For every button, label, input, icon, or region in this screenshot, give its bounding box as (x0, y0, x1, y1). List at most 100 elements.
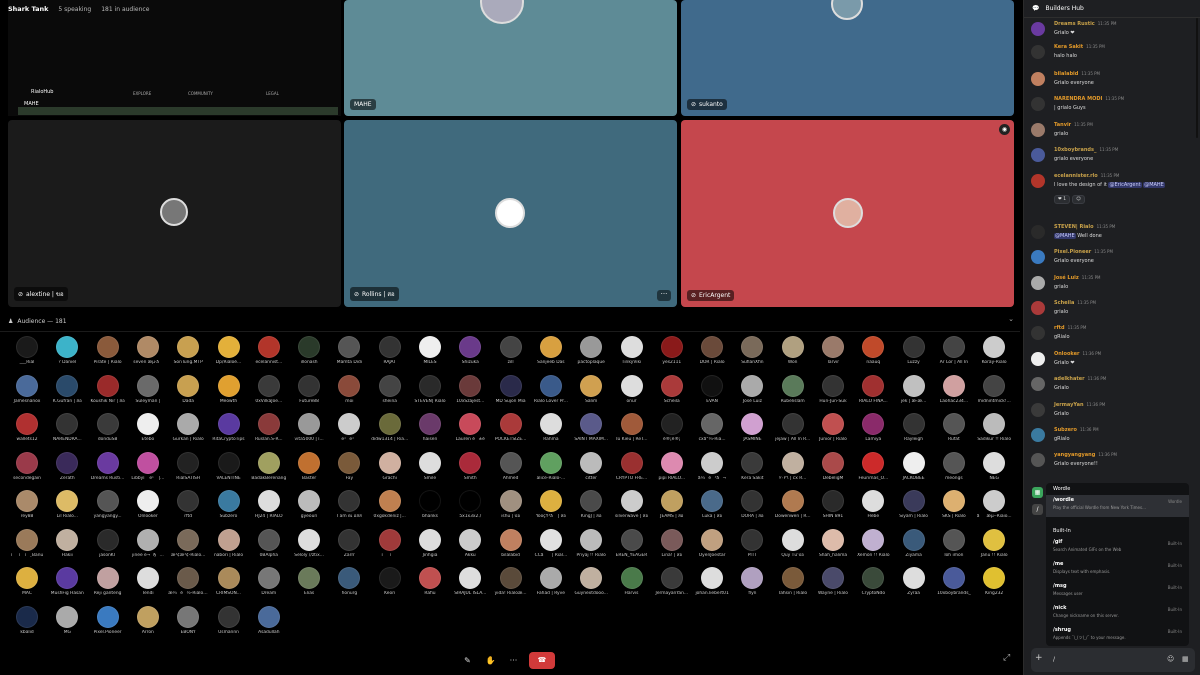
message-input[interactable]: / (1053, 656, 1055, 663)
audience-member[interactable]: Reji ganteng (88, 567, 128, 605)
audience-member[interactable]: Gürkan | Rialo (168, 413, 208, 451)
audience-member[interactable]: Rialo Lover Pr... (531, 374, 571, 413)
audience-member[interactable]: bhanks (410, 490, 450, 528)
avatar[interactable] (1031, 97, 1045, 111)
audience-member[interactable]: Luzzy (894, 336, 934, 374)
audience-member[interactable]: Rayleigh (894, 413, 934, 451)
audience-member[interactable]: NEG (974, 451, 1014, 490)
tile-rollins[interactable]: ⊘ Rollins | สอ ··· (344, 120, 677, 307)
audience-member[interactable]: MAC (7, 567, 47, 605)
audience-member[interactable]: johan.liebert01 (692, 567, 732, 605)
audience-member[interactable]: Mamta Didi (329, 336, 369, 374)
audience-member[interactable]: ___Rial (7, 336, 47, 374)
audience-member[interactable]: Siyam | Rialo (894, 490, 934, 528)
audience-member[interactable]: jasonKT (88, 528, 128, 567)
audience-member[interactable]: Koushik Nir | สอ (88, 374, 128, 413)
audience-member[interactable]: Koray-Rialo (974, 336, 1014, 374)
user-mention[interactable]: @MAHE (1054, 233, 1076, 239)
raise-hand-icon[interactable]: ✋ (483, 653, 498, 668)
audience-member[interactable]: onur (612, 374, 652, 413)
audience-member[interactable]: Dreams Rusti... (88, 451, 128, 490)
wordle-app-icon[interactable]: ▦ (1032, 487, 1043, 498)
audience-member[interactable]: æ¼è½-Rialo-... (168, 567, 208, 605)
audience-member[interactable]: EBONY (168, 605, 208, 644)
audience-member[interactable]: JermayanYan... (652, 567, 692, 605)
message-author[interactable]: Scheila 11:35 PM (1054, 300, 1096, 306)
audience-member[interactable]: cxå°¼-Ria... (692, 413, 732, 451)
audience-member[interactable]: POCKETSIZE... (491, 413, 531, 451)
audience-member[interactable]: SAINT MAXIM... (571, 413, 611, 451)
audience-member[interactable]: Future88 (289, 374, 329, 413)
avatar[interactable] (1031, 276, 1045, 290)
audience-member[interactable]: SHIN 891 (813, 490, 853, 528)
command-item[interactable]: /me Displays text with emphasis. Built-In (1046, 559, 1189, 581)
audience-member[interactable]: Jamesnanox (7, 374, 47, 413)
audience-member[interactable]: DebeligM (813, 451, 853, 490)
audience-member[interactable]: kbalid (7, 605, 47, 644)
audience-member[interactable]: moi (329, 374, 369, 413)
audience-member[interactable]: Tahsin | Rialo (773, 567, 813, 605)
audience-member[interactable]: nabori | Rialo (209, 528, 249, 567)
audience-member[interactable]: CryptoNdo (853, 567, 893, 605)
audience-member[interactable]: Pirate | Rialo (88, 336, 128, 374)
audience-member[interactable]: Dp/Rialoè... (209, 336, 249, 374)
audience-member[interactable]: Ziyama (894, 528, 934, 567)
audience-member[interactable]: OyenJoestar (692, 528, 732, 567)
message-author[interactable]: NARENDRA MODI 11:35 PM (1054, 96, 1124, 102)
audience-member[interactable]: JASMINE (732, 413, 772, 451)
audience-member[interactable]: Ioh imon (934, 528, 974, 567)
audience-member[interactable]: honurg (329, 567, 369, 605)
audience-member[interactable]: Feurimas_O... (853, 451, 893, 490)
audience-member[interactable]: Lil Rialo... (47, 490, 87, 528)
audience-member[interactable]: Harvis (612, 567, 652, 605)
audience-member[interactable]: Arron (128, 605, 168, 644)
command-item[interactable]: /nick Change nickname on this server. Buil… (1046, 603, 1189, 625)
audience-member[interactable]: King232 (974, 567, 1014, 605)
apps-grid-icon[interactable]: ▦ (1182, 655, 1189, 663)
audience-member[interactable]: å¼é³å ¬ (692, 451, 732, 490)
audience-member[interactable]: Junior | Rialo (813, 413, 853, 451)
audience-member[interactable]: Etebo (128, 413, 168, 451)
audience-member[interactable]: donduS8 (88, 413, 128, 451)
audience-member[interactable]: Smith (450, 451, 490, 490)
audience-member[interactable]: 10xboybrands_ (934, 567, 974, 605)
audience-member[interactable]: naauq (853, 336, 893, 374)
audience-member[interactable]: 0xgokdeniz |... (370, 490, 410, 528)
audience-member[interactable]: ë¹ë¹ (329, 413, 369, 451)
tile-ericargent[interactable]: ◉ ⊘ EricArgent (681, 120, 1014, 307)
audience-member[interactable]: Pixel.Pioneer (88, 605, 128, 644)
avatar[interactable] (1031, 403, 1045, 417)
audience-member[interactable]: RialSATISH (168, 451, 208, 490)
audience-member[interactable]: SufianXfin (732, 336, 772, 374)
leave-call-button[interactable]: ☎ (529, 651, 555, 669)
emoji-icon[interactable]: ☺ (1167, 655, 1174, 663)
audience-member[interactable]: silverwave | สอ (612, 490, 652, 528)
avatar[interactable] (1031, 428, 1045, 442)
audience-member[interactable]: Priyaj !! Rialo (571, 528, 611, 567)
audience-member[interactable]: haisen (410, 413, 450, 451)
plus-icon[interactable]: + (1035, 653, 1043, 663)
audience-member[interactable]: RAJAT (370, 336, 410, 374)
audience-member[interactable]: Sadikur !! Rialo (974, 413, 1014, 451)
audience-member[interactable]: Grachi (370, 451, 410, 490)
audience-member[interactable]: Rahma (531, 413, 571, 451)
audience-member[interactable]: Dada (168, 374, 208, 413)
avatar[interactable] (1031, 326, 1045, 340)
audience-member[interactable]: ٢٠٢٦ | cx R... (773, 451, 813, 490)
audience-member[interactable]: gyeouri (289, 490, 329, 528)
audience-member[interactable]: ìì (370, 528, 410, 567)
message-author[interactable]: Pixel.Pioneer 11:35 PM (1054, 249, 1113, 255)
message-author[interactable]: bilalabid 11:35 PM (1054, 71, 1100, 77)
message-author[interactable]: JermayYan 11:36 PM (1054, 402, 1105, 408)
avatar[interactable] (1031, 377, 1045, 391)
audience-member[interactable]: meongs (934, 451, 974, 490)
audience-member[interactable]: Baster (289, 451, 329, 490)
audience-member[interactable]: Zerath (47, 451, 87, 490)
audience-member[interactable]: ecelannist... (249, 336, 289, 374)
audience-member[interactable]: Jinhgia (410, 528, 450, 567)
audience-member[interactable]: Salim (571, 374, 611, 413)
audience-member[interactable]: I am ตเ อสส (329, 490, 369, 528)
audience-member[interactable]: Keori (370, 567, 410, 605)
command-wordle[interactable]: /wordle Play the official Wordle from Ne… (1046, 495, 1189, 517)
audience-member[interactable]: Hakii (47, 528, 87, 567)
